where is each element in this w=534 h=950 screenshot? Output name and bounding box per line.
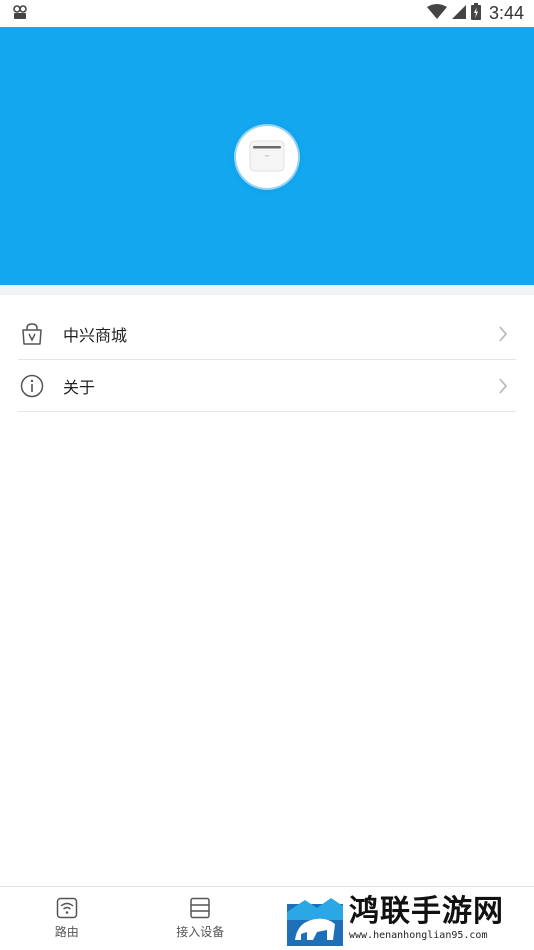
chevron-right-icon — [496, 377, 510, 395]
tab-router[interactable]: 路由 — [0, 887, 134, 950]
cellular-signal-icon — [451, 4, 467, 24]
status-time: 3:44 — [488, 3, 524, 23]
settings-menu: 中兴商城 关于 — [18, 308, 516, 412]
router-icon — [56, 897, 78, 919]
watermark: 鸿联手游网 www.henanhonglian95.com — [287, 889, 534, 947]
app-screen: 3:44 中兴商城 关于 路由 接入设备 鸿联手游网 www.henanhong… — [0, 0, 534, 950]
watermark-logo-icon — [287, 890, 343, 946]
tab-connected-devices[interactable]: 接入设备 — [134, 887, 268, 950]
battery-icon — [470, 3, 481, 24]
router-device-icon — [245, 133, 289, 181]
menu-item-about[interactable]: 关于 — [18, 360, 516, 412]
status-bar: 3:44 — [0, 0, 534, 27]
tab-label: 路由 — [54, 925, 79, 939]
info-icon — [19, 373, 45, 399]
watermark-url: www.henanhonglian95.com — [349, 930, 488, 941]
menu-item-label: 中兴商城 — [63, 325, 128, 345]
status-right: 3:44 — [426, 3, 524, 24]
watermark-title: 鸿联手游网 — [349, 894, 504, 929]
chevron-right-icon — [496, 325, 510, 343]
status-left — [12, 4, 28, 24]
header-divider-band — [0, 285, 534, 295]
wifi-icon — [426, 3, 447, 24]
menu-item-label: 关于 — [63, 377, 96, 397]
shopping-bag-icon — [19, 321, 45, 347]
watermark-text: 鸿联手游网 www.henanhonglian95.com — [349, 894, 504, 942]
profile-header — [0, 27, 534, 285]
tab-label: 接入设备 — [176, 925, 225, 939]
router-device-avatar[interactable] — [236, 126, 298, 188]
app-notification-icon — [12, 4, 28, 24]
menu-item-zte-mall[interactable]: 中兴商城 — [18, 308, 516, 360]
device-list-icon — [189, 897, 211, 919]
